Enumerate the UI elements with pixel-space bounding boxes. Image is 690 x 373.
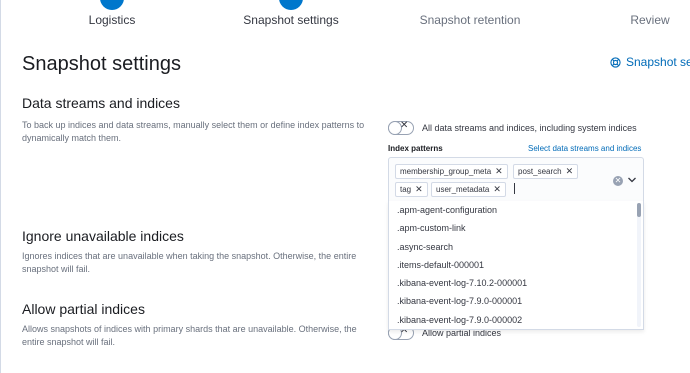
list-item[interactable]: .kibana-event-log-7.9.0-000001 [389,292,643,310]
list-item[interactable]: .kibana-event-log-7.10.2-000001 [389,274,643,292]
remove-icon[interactable]: ✕ [415,184,423,194]
pattern-pill-label: user_metadata [436,185,490,194]
step-label: Review [630,13,670,27]
list-item[interactable]: .apm-agent-configuration [389,201,643,219]
pattern-pill-label: tag [400,185,412,194]
list-item[interactable]: .async-search [389,238,643,256]
cross-icon: ✕ [400,120,409,131]
pattern-pill: user_metadata ✕ [431,182,506,197]
indices-section-description: To back up indices and data streams, man… [22,120,365,143]
partial-section-title: Allow partial indices [22,301,145,317]
help-icon [610,56,621,68]
remove-icon[interactable]: ✕ [493,184,501,194]
list-item[interactable]: .items-default-000001 [389,256,643,274]
pattern-pill: post_search ✕ [513,164,579,179]
step-number-icon [638,0,662,10]
list-item[interactable]: .apm-custom-link [389,219,643,237]
chevron-down-icon[interactable] [627,175,637,185]
select-data-streams-link[interactable]: Select data streams and indices [528,144,641,153]
panel-border [0,0,1,373]
switch-track[interactable]: ✕ [388,120,414,135]
index-patterns-combobox[interactable]: membership_group_meta ✕ post_search ✕ tag ✕… [388,157,644,204]
index-options-dropdown[interactable]: .apm-agent-configuration .apm-custom-lin… [388,201,644,330]
pattern-pill: membership_group_meta ✕ [395,164,508,179]
index-patterns-label: Index patterns [388,144,443,153]
pattern-pill: tag ✕ [395,182,428,197]
docs-link-label: Snapshot settings docs [626,55,690,69]
indices-section-title: Data streams and indices [22,95,180,111]
ignore-section-description: Ignores indices that are unavailable whe… [22,251,357,274]
pattern-pill-label: post_search [518,167,562,176]
remove-icon[interactable]: ✕ [495,166,503,176]
step-review[interactable]: Review [620,0,680,27]
step-label: Logistics [88,13,136,27]
text-cursor [514,183,515,194]
step-current-icon [279,0,303,10]
scrollbar-track[interactable] [637,203,641,327]
scrollbar-thumb[interactable] [637,203,641,217]
clear-icon[interactable]: ✕ [613,176,623,186]
page-title: Snapshot settings [22,53,181,75]
step-number-icon [458,0,482,10]
remove-icon[interactable]: ✕ [566,166,574,176]
ignore-section-title: Ignore unavailable indices [22,228,184,244]
step-label: Snapshot retention [419,13,521,27]
step-logistics[interactable]: Logistics [66,0,158,27]
pattern-pill-label: membership_group_meta [400,167,492,176]
step-snapshot-settings[interactable]: Snapshot settings [231,0,351,27]
all-indices-switch[interactable]: ✕ All data streams and indices, includin… [388,120,637,135]
docs-link[interactable]: Snapshot settings docs [610,55,690,69]
step-snapshot-retention[interactable]: Snapshot retention [413,0,527,27]
policy-form-panel: Logistics Snapshot settings Snapshot ret… [0,0,690,373]
list-item[interactable]: .kibana-event-log-7.9.0-000002 [389,311,643,329]
partial-section-description: Allows snapshots of indices with primary… [22,324,357,347]
all-indices-switch-label: All data streams and indices, including … [422,123,637,133]
step-check-icon [100,0,124,10]
step-label: Snapshot settings [243,13,339,27]
